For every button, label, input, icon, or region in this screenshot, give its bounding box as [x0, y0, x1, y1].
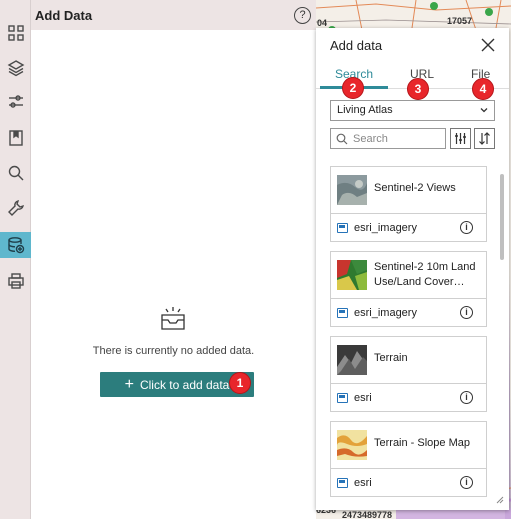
- add-button-label: Click to add data: [139, 377, 230, 392]
- map-label: 17057: [447, 16, 473, 26]
- source-select-value: Living Atlas: [337, 104, 393, 116]
- step-badge-3: 3: [407, 78, 429, 100]
- filter-sliders-icon: [455, 133, 466, 144]
- help-icon[interactable]: ?: [294, 7, 311, 24]
- info-icon[interactable]: i: [460, 391, 473, 404]
- info-icon[interactable]: i: [460, 306, 473, 319]
- print-button[interactable]: [0, 268, 31, 294]
- add-data-tool-button[interactable]: [0, 232, 31, 258]
- result-owner: esri: [354, 392, 372, 404]
- result-name: Terrain: [374, 352, 408, 364]
- thumbnail-slope: [337, 430, 367, 460]
- results-scrollbar[interactable]: [500, 174, 504, 260]
- map-label: 04: [317, 18, 328, 28]
- search-placeholder: Search: [353, 133, 388, 145]
- basemap-gallery-button[interactable]: [0, 20, 31, 46]
- filter-button[interactable]: [0, 89, 31, 115]
- sort-icon: [479, 132, 490, 145]
- close-icon[interactable]: [481, 38, 495, 52]
- result-card[interactable]: Terrain esri i: [330, 336, 487, 412]
- layers-icon: [7, 60, 24, 77]
- bookmark-icon: [8, 130, 23, 146]
- empty-inbox-icon: [161, 307, 185, 330]
- info-icon[interactable]: i: [460, 476, 473, 489]
- search-input[interactable]: Search: [330, 128, 446, 149]
- step-badge-4: 4: [472, 78, 494, 100]
- step-badge-2: 2: [342, 77, 364, 99]
- result-name: Terrain - Slope Map: [374, 437, 470, 449]
- filter-button[interactable]: [450, 128, 471, 149]
- search-icon: [336, 133, 348, 145]
- thumbnail-satellite: [337, 175, 367, 205]
- source-select[interactable]: Living Atlas: [330, 100, 495, 121]
- plus-icon: +: [124, 375, 134, 393]
- result-card[interactable]: Sentinel-2 Views esri_imagery i: [330, 166, 487, 242]
- results-list: Sentinel-2 Views esri_imagery i Sentinel…: [330, 166, 500, 510]
- result-card[interactable]: Terrain - Slope Map esri i: [330, 421, 487, 497]
- sliders-icon: [8, 95, 23, 108]
- layer-type-icon: [337, 478, 348, 488]
- search-icon: [8, 165, 23, 181]
- map-label: 2473489778: [342, 510, 393, 519]
- search-tool-button[interactable]: [0, 160, 31, 186]
- result-name: Sentinel-2 Views: [374, 182, 456, 194]
- panel-title: Add Data: [35, 8, 93, 23]
- add-data-popup: Add data Search URL File Living Atlas Se…: [316, 28, 509, 510]
- empty-message: There is currently no added data.: [92, 345, 255, 357]
- sort-button[interactable]: [474, 128, 495, 149]
- result-owner: esri: [354, 477, 372, 489]
- step-badge-1: 1: [229, 372, 251, 394]
- panel-header: Add Data ?: [31, 0, 316, 30]
- bookmarks-button[interactable]: [0, 125, 31, 151]
- database-add-icon: [7, 237, 24, 254]
- printer-icon: [7, 273, 24, 289]
- layers-button[interactable]: [0, 55, 31, 81]
- layer-type-icon: [337, 308, 348, 318]
- left-toolbar: [0, 0, 31, 519]
- resize-handle-icon[interactable]: [494, 494, 504, 504]
- info-icon[interactable]: i: [460, 221, 473, 234]
- result-owner: esri_imagery: [354, 222, 417, 234]
- thumbnail-terrain: [337, 345, 367, 375]
- tools-button[interactable]: [0, 195, 31, 221]
- popup-title: Add data: [330, 38, 383, 53]
- result-owner: esri_imagery: [354, 307, 417, 319]
- layer-type-icon: [337, 223, 348, 233]
- layer-type-icon: [337, 393, 348, 403]
- thumbnail-landcover: [337, 260, 367, 290]
- result-card[interactable]: Sentinel-2 10m Land Use/Land Cover… esri…: [330, 251, 487, 327]
- basemap-gallery-icon: [7, 25, 24, 41]
- chevron-down-icon: [480, 108, 488, 113]
- wrench-icon: [7, 200, 24, 216]
- result-name: Sentinel-2 10m Land Use/Land Cover…: [374, 261, 476, 288]
- add-data-panel: Add Data ? There is currently no added d…: [31, 0, 316, 519]
